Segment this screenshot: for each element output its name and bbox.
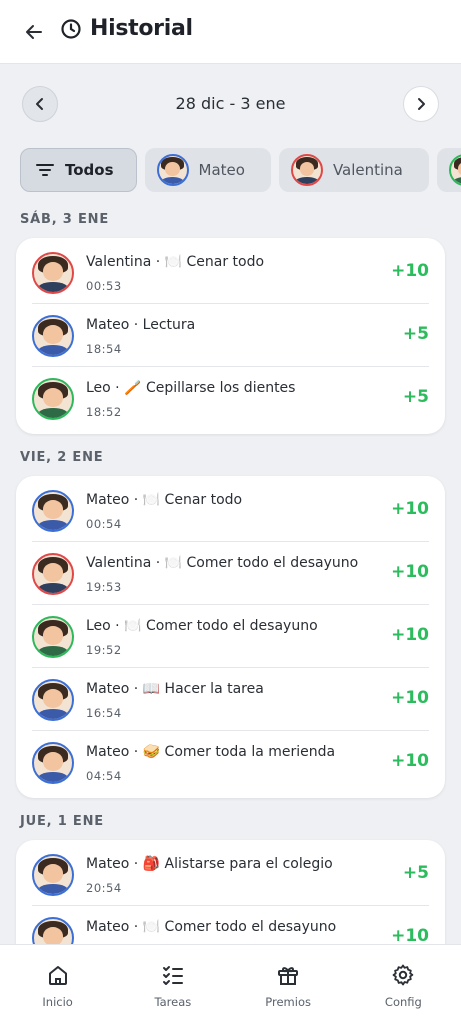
section-date-heading: SÁB, 3 ENE (20, 212, 110, 227)
history-entry[interactable]: Mateo · 📖 Hacer la tarea 16:54 +10 (32, 668, 429, 731)
nav-label: Config (384, 995, 422, 1009)
avatar (32, 616, 74, 658)
kid-filter-bar: Todos Mateo Valentina Leo (20, 148, 461, 192)
filter-chip-label: Mateo (198, 161, 245, 179)
section-date-heading: JUE, 1 ENE (20, 814, 104, 829)
entry-time: 04:54 (86, 769, 122, 783)
history-entry[interactable]: Mateo · 🍽️ Cenar todo 00:54 +10 (32, 479, 429, 542)
entry-points: +10 (391, 751, 429, 771)
entry-title: Leo · 🪥 Cepillarse los dientes (86, 380, 296, 396)
week-range-label: 28 dic - 3 ene (175, 94, 286, 113)
avatar (32, 490, 74, 532)
filter-chip-label: Todos (65, 161, 114, 179)
entry-points: +10 (391, 688, 429, 708)
history-entry[interactable]: Valentina · 🍽️ Comer todo el desayuno 19:… (32, 542, 429, 605)
back-button[interactable] (20, 18, 48, 46)
clock-icon (61, 18, 81, 39)
section-date-heading: VIE, 2 ENE (20, 450, 104, 465)
entry-time: 18:52 (86, 405, 122, 419)
nav-label: Premios (265, 995, 311, 1009)
top-bar: Historial (0, 0, 461, 64)
filter-chip-valentina[interactable]: Valentina (278, 148, 429, 192)
arrow-left-icon (26, 25, 42, 39)
page-title-wrap: Historial (60, 16, 193, 41)
avatar (290, 154, 323, 186)
entry-time: 20:54 (86, 881, 122, 895)
history-card: Mateo · 🍽️ Cenar todo 00:54 +10 Valentina ·… (16, 476, 445, 798)
nav-item-config[interactable]: Config (346, 945, 461, 1024)
history-entry[interactable]: Mateo · 🥪 Comer toda la merienda 04:54 +10 (32, 731, 429, 794)
filter-icon (36, 164, 54, 176)
filter-chip-mateo[interactable]: Mateo (144, 148, 271, 192)
entry-time: 19:52 (86, 643, 122, 657)
page-title: Historial (90, 16, 193, 41)
history-entry[interactable]: Leo · 🪥 Cepillarse los dientes 18:52 +5 (32, 367, 429, 430)
filter-chip-all[interactable]: Todos (20, 148, 137, 192)
entry-time: 19:53 (86, 580, 122, 594)
nav-item-premios[interactable]: Premios (231, 945, 346, 1024)
gift-icon (278, 967, 299, 985)
avatar (32, 742, 74, 784)
next-week-button[interactable] (403, 86, 439, 122)
entry-time: 16:54 (86, 706, 122, 720)
entry-title: Valentina · 🍽️ Comer todo el desayuno (86, 555, 359, 571)
entry-title: Mateo · 📖 Hacer la tarea (86, 681, 264, 697)
avatar (32, 854, 74, 896)
checklist-icon (162, 966, 183, 985)
entry-points: +5 (402, 863, 429, 883)
entry-time: 00:53 (86, 279, 122, 293)
nav-item-tareas[interactable]: Tareas (115, 945, 230, 1024)
history-entry[interactable]: Valentina · 🍽️ Cenar todo 00:53 +10 (32, 241, 429, 304)
entry-title: Mateo · 🎒 Alistarse para el colegio (86, 856, 333, 872)
entry-title: Mateo · Lectura (86, 317, 196, 333)
history-entry[interactable]: Mateo · 🎒 Alistarse para el colegio 20:54… (32, 843, 429, 906)
bottom-nav: Inicio Tareas Premios Config (0, 944, 461, 1024)
avatar (448, 154, 461, 186)
history-entry[interactable]: Leo · 🍽️ Comer todo el desayuno 19:52 +10 (32, 605, 429, 668)
nav-label: Inicio (42, 995, 73, 1009)
filter-chip-leo[interactable]: Leo (436, 148, 461, 192)
nav-label: Tareas (154, 995, 192, 1009)
avatar (32, 553, 74, 595)
week-navigator: 28 dic - 3 ene (0, 84, 461, 124)
avatar (32, 315, 74, 357)
history-entry[interactable]: Mateo · Lectura 18:54 +5 (32, 304, 429, 367)
avatar (32, 378, 74, 420)
home-icon (48, 966, 67, 985)
entry-title: Valentina · 🍽️ Cenar todo (86, 254, 265, 270)
entry-points: +5 (402, 324, 429, 344)
entry-points: +10 (391, 499, 429, 519)
entry-points: +10 (391, 625, 429, 645)
entry-points: +10 (391, 926, 429, 946)
chevron-right-icon (418, 98, 425, 110)
nav-item-inicio[interactable]: Inicio (0, 945, 115, 1024)
avatar (32, 252, 74, 294)
entry-title: Leo · 🍽️ Comer todo el desayuno (86, 618, 318, 634)
entry-title: Mateo · 🥪 Comer toda la merienda (86, 744, 336, 760)
gear-icon (392, 964, 414, 986)
entry-title: Mateo · 🍽️ Cenar todo (86, 492, 243, 508)
filter-chip-label: Valentina (332, 161, 403, 179)
entry-points: +10 (391, 261, 429, 281)
entry-points: +5 (402, 387, 429, 407)
avatar (156, 154, 189, 186)
avatar (32, 679, 74, 721)
entry-time: 18:54 (86, 342, 122, 356)
entry-points: +10 (391, 562, 429, 582)
history-card: Valentina · 🍽️ Cenar todo 00:53 +10 Mateo ·… (16, 238, 445, 434)
entry-title: Mateo · 🍽️ Comer todo el desayuno (86, 919, 337, 935)
entry-time: 00:54 (86, 517, 122, 531)
